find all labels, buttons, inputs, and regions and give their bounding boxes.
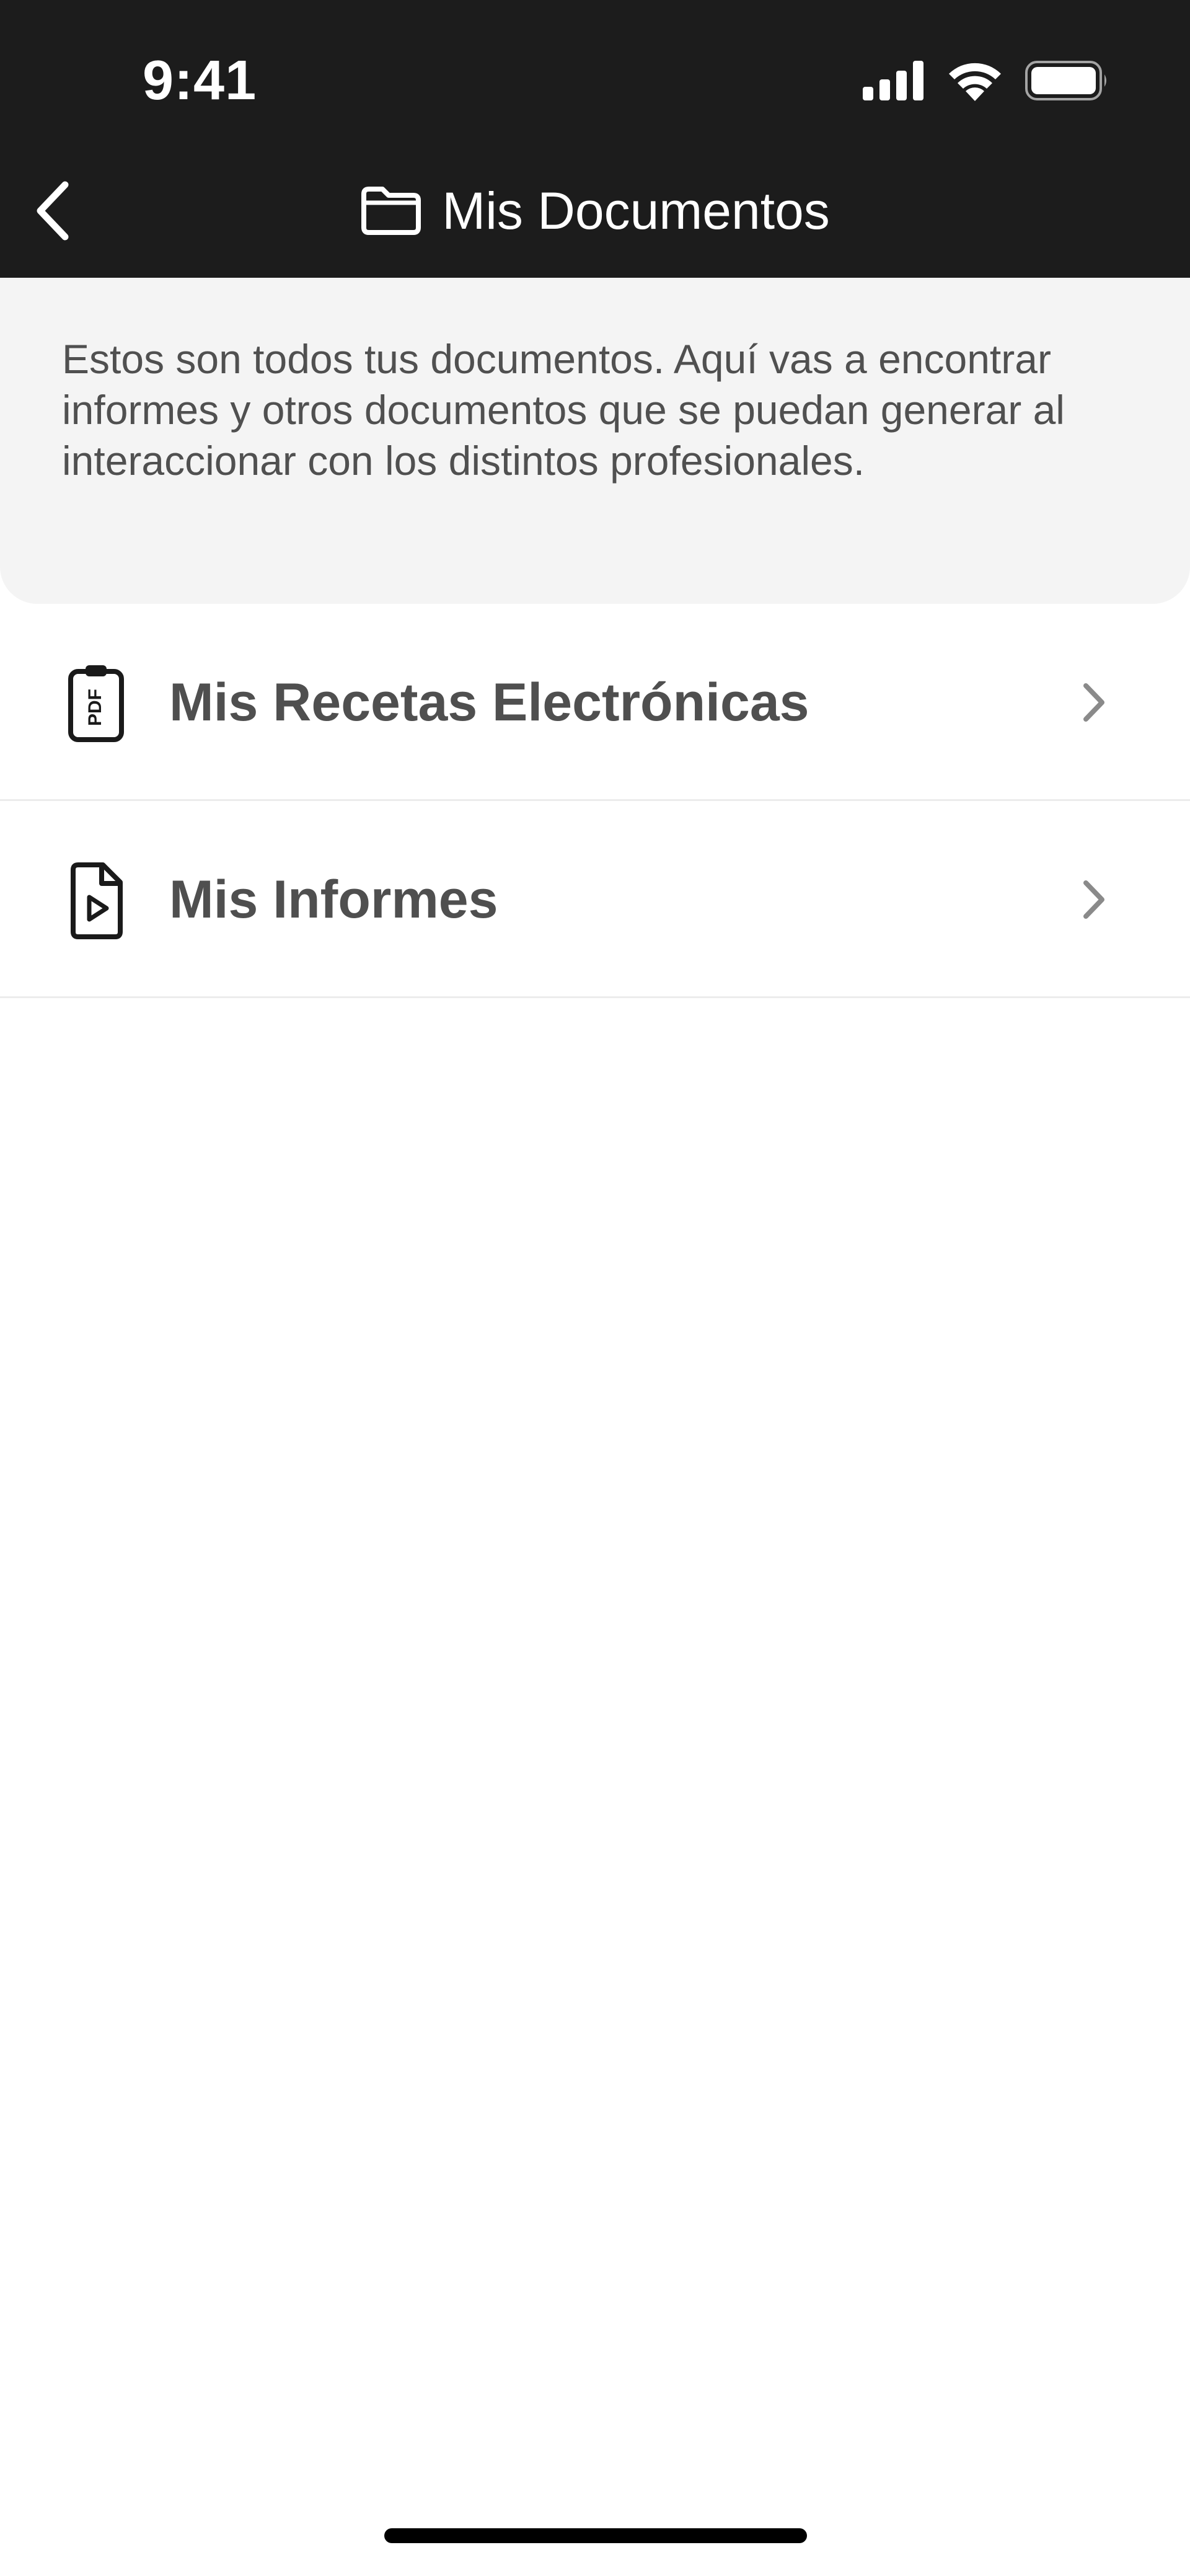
svg-text:PDF: PDF [85,689,105,726]
list-item-informes[interactable]: Mis Informes [0,801,1190,998]
folder-icon [361,187,421,235]
intro-text: Estos son todos tus documentos. Aquí vas… [62,336,1065,484]
list-item-label: Mis Informes [169,869,498,929]
list-item-recetas[interactable]: PDF Mis Recetas Electrónicas [0,604,1190,801]
intro-panel: Estos son todos tus documentos. Aquí vas… [0,278,1190,604]
home-indicator[interactable] [384,2528,807,2543]
list-item-label: Mis Recetas Electrónicas [169,672,809,732]
battery-icon [1025,61,1106,100]
cellular-signal-icon [863,61,923,100]
nav-title-group: Mis Documentos [0,177,1190,245]
status-icons [863,56,1109,105]
chevron-right-icon [1083,683,1104,722]
file-play-icon [71,862,123,939]
header-bar: 9:41 Mis Documentos [0,0,1190,278]
page-title: Mis Documentos [442,182,830,240]
pdf-clipboard-icon: PDF [68,665,124,742]
screen: 9:41 Mis Documentos Estos son todos tus … [0,0,1190,2576]
status-time: 9:41 [143,50,257,112]
chevron-right-icon [1083,880,1104,919]
documents-list: PDF Mis Recetas Electrónicas Mis Informe… [0,604,1190,998]
wifi-icon [949,63,1001,101]
